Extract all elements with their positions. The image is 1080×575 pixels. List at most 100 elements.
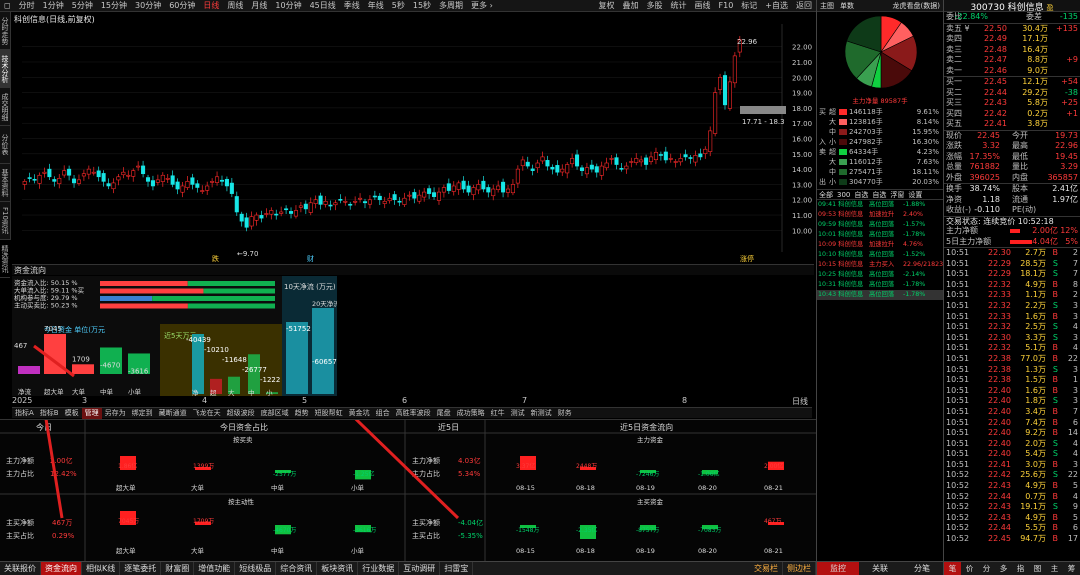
period-17[interactable]: 更多 › [467, 0, 497, 12]
status-tab-3[interactable]: 逐笔委托 [120, 562, 162, 575]
period-12[interactable]: 季线 [340, 0, 364, 12]
news-tab-2[interactable]: 自选 [852, 191, 870, 199]
left-tab-6[interactable]: 精选资讯 [0, 240, 10, 278]
news-item[interactable]: 10:10 科创信息 高位回落 -1.52% [817, 250, 943, 260]
tick-tab-0[interactable]: 笔 [944, 562, 961, 575]
indicator-tab-3[interactable]: 管理 [81, 408, 102, 419]
mid-bottom-1[interactable]: 关联 [859, 562, 901, 575]
status-tab-11[interactable]: 扫雷宝 [440, 562, 474, 575]
indicator-tab-17[interactable]: 红牛 [488, 408, 508, 419]
status-right-1[interactable]: 侧边栏 [783, 562, 816, 575]
tick-tab-4[interactable]: 指 [1012, 562, 1029, 575]
status-tab-8[interactable]: 板块资讯 [317, 562, 359, 575]
indicator-tab-7[interactable]: 飞龙在天 [190, 408, 224, 419]
indicator-tab-9[interactable]: 底部区域 [258, 408, 292, 419]
ask-row[interactable]: 卖三 22.48 16.4万 [944, 45, 1080, 56]
period-13[interactable]: 年线 [364, 0, 388, 12]
tool-5[interactable]: F10 [715, 0, 738, 12]
indicator-tab-0[interactable]: 指标A [12, 408, 37, 419]
left-tab-2[interactable]: 成交明细 [0, 88, 10, 126]
indicator-tab-4[interactable]: 另存为 [102, 408, 129, 419]
news-item[interactable]: 10:15 科创信息 主力买入 22.96/21823 [817, 260, 943, 270]
period-7[interactable]: 日线 [199, 0, 223, 12]
kline-chart[interactable]: 科创信息(日线,前复权) 22.00 21.00 20.00 19.00 18.00 17… [12, 12, 814, 262]
tool-3[interactable]: 统计 [667, 0, 691, 12]
news-item[interactable]: 09:59 科创信息 高位回落 -1.57% [817, 220, 943, 230]
indicator-tab-13[interactable]: 组合 [373, 408, 393, 419]
indicator-tab-1[interactable]: 指标B [37, 408, 62, 419]
news-item[interactable]: 09:53 科创信息 加速拉升 2.40% [817, 210, 943, 220]
tool-2[interactable]: 多股 [643, 0, 667, 12]
tool-0[interactable]: 复权 [595, 0, 619, 12]
status-tab-6[interactable]: 短线极品 [235, 562, 277, 575]
left-tab-1[interactable]: 技术分析 [0, 50, 10, 88]
indicator-tab-20[interactable]: 财务 [555, 408, 575, 419]
news-item[interactable]: 10:09 科创信息 加速拉升 4.76% [817, 240, 943, 250]
news-tab-4[interactable]: 浮窗 [888, 191, 906, 199]
mid-tab-1[interactable]: 单数 [837, 2, 857, 10]
indicator-tab-5[interactable]: 绑定到 [129, 408, 156, 419]
ask-row[interactable]: 卖四 22.49 17.1万 [944, 34, 1080, 45]
mid-bottom-2[interactable]: 分笔 [901, 562, 943, 575]
left-tab-4[interactable]: 基本资料 [0, 164, 10, 202]
left-tab-0[interactable]: 分时走势 [0, 12, 10, 50]
indicator-tab-15[interactable]: 尾盘 [434, 408, 454, 419]
indicator-tab-12[interactable]: 黄金坑 [346, 408, 373, 419]
mid-bottom-0[interactable]: 监控 [817, 562, 859, 575]
tick-tab-3[interactable]: 多 [995, 562, 1012, 575]
period-8[interactable]: 周线 [223, 0, 247, 12]
mid-tab-2[interactable]: 龙虎看盘(数据) [890, 0, 943, 12]
period-14[interactable]: 5秒 [388, 0, 409, 12]
news-item[interactable]: 09:41 科创信息 高位回落 -1.88% [817, 200, 943, 210]
status-tab-10[interactable]: 互动调研 [399, 562, 441, 575]
news-item[interactable]: 10:43 科创信息 高位回落 -1.78% [817, 290, 943, 300]
indicator-tab-6[interactable]: 藏断通道 [156, 408, 190, 419]
period-4[interactable]: 15分钟 [97, 0, 131, 12]
period-6[interactable]: 60分钟 [165, 0, 199, 12]
period-16[interactable]: 多周期 [435, 0, 467, 12]
ask-row[interactable]: 卖二 22.47 8.8万 +9 [944, 55, 1080, 66]
indicator-tab-2[interactable]: 模板 [62, 408, 82, 419]
tick-tab-5[interactable]: 图 [1029, 562, 1046, 575]
indicator-tab-8[interactable]: 超级波段 [224, 408, 258, 419]
period-2[interactable]: 1分钟 [39, 0, 68, 12]
status-right-0[interactable]: 交易栏 [750, 562, 783, 575]
left-tab-3[interactable]: 分价表 [0, 126, 10, 164]
period-15[interactable]: 15秒 [409, 0, 435, 12]
news-item[interactable]: 10:31 科创信息 高位回落 -1.78% [817, 280, 943, 290]
period-9[interactable]: 月线 [247, 0, 271, 12]
ask-row[interactable]: 卖五 ¥ 22.50 30.4万 +135 [944, 24, 1080, 35]
news-item[interactable]: 10:25 科创信息 高位回落 -2.14% [817, 270, 943, 280]
tool-7[interactable]: +自选 [761, 0, 792, 12]
mid-tab-0[interactable]: 主图 [817, 2, 837, 10]
period-10[interactable]: 10分钟 [271, 0, 305, 12]
tick-tab-7[interactable]: 筹 [1063, 562, 1080, 575]
period-11[interactable]: 45日线 [306, 0, 340, 12]
status-tab-9[interactable]: 行业数据 [358, 562, 400, 575]
tool-1[interactable]: 叠加 [619, 0, 643, 12]
news-tab-3[interactable]: 自选 [870, 191, 888, 199]
indicator-tab-10[interactable]: 趋势 [292, 408, 312, 419]
period-3[interactable]: 5分钟 [68, 0, 97, 12]
news-tab-1[interactable]: 300 [835, 191, 852, 199]
bid-row[interactable]: 买一 22.45 12.1万 +54 [944, 77, 1080, 88]
period-0[interactable]: ◻ [0, 0, 15, 12]
ask-row[interactable]: 卖一 22.46 9.0万 [944, 66, 1080, 77]
tick-tab-2[interactable]: 分 [978, 562, 995, 575]
status-tab-2[interactable]: 相似K线 [82, 562, 121, 575]
period-5[interactable]: 30分钟 [131, 0, 165, 12]
period-1[interactable]: 分时 [15, 0, 39, 12]
bid-row[interactable]: 买四 22.42 0.2万 +1 [944, 109, 1080, 120]
status-tab-0[interactable]: 关联报价 [0, 562, 41, 575]
news-tab-5[interactable]: 设置 [906, 191, 924, 199]
indicator-tab-14[interactable]: 高胜率波段 [393, 408, 434, 419]
status-tab-7[interactable]: 综合资讯 [276, 562, 318, 575]
bid-row[interactable]: 买五 22.41 3.8万 [944, 119, 1080, 130]
status-tab-4[interactable]: 财富圈 [161, 562, 195, 575]
indicator-tab-16[interactable]: 成功策略 [454, 408, 488, 419]
status-tab-1[interactable]: 资金流向 [41, 562, 82, 575]
bid-row[interactable]: 买三 22.43 5.8万 +25 [944, 98, 1080, 109]
status-tab-5[interactable]: 增值功能 [194, 562, 236, 575]
bid-row[interactable]: 买二 22.44 29.2万 -38 [944, 88, 1080, 99]
indicator-tab-11[interactable]: 短股帮虹 [312, 408, 346, 419]
